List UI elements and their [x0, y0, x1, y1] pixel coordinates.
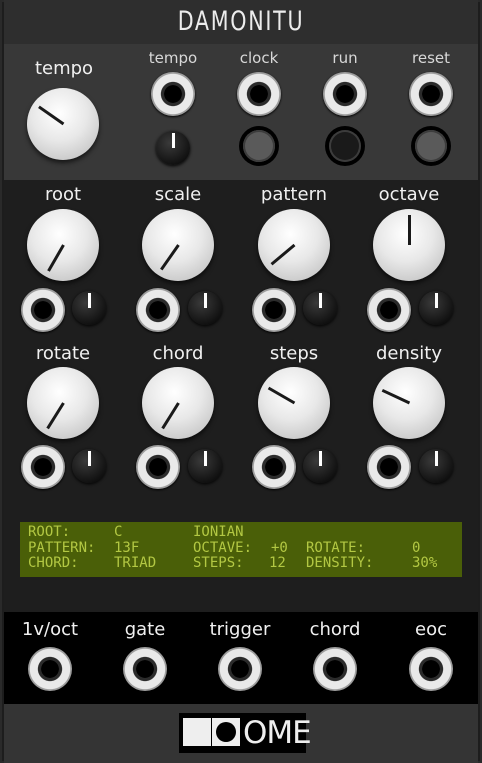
display-steps-value: 12 — [269, 555, 286, 571]
display-steps-key: STEPS: — [193, 555, 244, 571]
display-pattern-key: PATTERN: — [28, 539, 96, 556]
octave-knob[interactable] — [373, 209, 445, 281]
rotate-cv-jack[interactable] — [21, 445, 65, 489]
chord-knob-label: chord — [152, 343, 204, 364]
pattern-cv-attenuator[interactable] — [303, 291, 337, 325]
clock-input-jack[interactable] — [237, 72, 281, 116]
density-cv-jack[interactable] — [367, 445, 411, 489]
chord-output-jack[interactable] — [313, 647, 357, 691]
display-scale-value: IONIAN — [193, 524, 244, 540]
density-cv-attenuator[interactable] — [419, 449, 453, 483]
density-knob[interactable] — [373, 367, 445, 439]
steps-knob[interactable] — [258, 367, 330, 439]
reset-input-jack[interactable] — [409, 72, 453, 116]
steps-label: steps — [269, 343, 319, 364]
rotate-knob[interactable] — [27, 367, 99, 439]
root-cv-attenuator[interactable] — [72, 291, 106, 325]
display-rotate-key: ROTATE: — [306, 539, 366, 556]
trigger-output-jack[interactable] — [218, 647, 262, 691]
octave-cv-attenuator[interactable] — [419, 291, 453, 325]
scale-cv-jack[interactable] — [136, 288, 180, 332]
clock-button[interactable] — [239, 126, 279, 166]
brand-logo: OME — [179, 713, 312, 753]
display-pattern-value: 13F — [114, 539, 140, 556]
display-rotate-value: 0 — [412, 539, 421, 556]
tempo-knob[interactable] — [27, 88, 99, 160]
display-root-value: C — [114, 524, 123, 540]
status-display: ROOT: C IONIAN PATTERN: 13F OCTAVE: +0 R… — [20, 522, 462, 577]
reset-button[interactable] — [411, 126, 451, 166]
run-input-jack[interactable] — [323, 72, 367, 116]
tempo-input-jack[interactable] — [151, 72, 195, 116]
scale-label: scale — [154, 184, 202, 205]
scale-knob[interactable] — [142, 209, 214, 281]
logo-square-left — [183, 718, 211, 746]
eoc-output-label: eoc — [415, 619, 447, 640]
chord-cv-attenuator[interactable] — [188, 449, 222, 483]
module-title: DAMONITU — [177, 6, 305, 37]
eoc-output-jack[interactable] — [409, 647, 453, 691]
voct-output-jack[interactable] — [28, 647, 72, 691]
display-chord-value: TRIAD — [114, 555, 157, 571]
gate-output-jack[interactable] — [123, 647, 167, 691]
octave-cv-jack[interactable] — [367, 288, 411, 332]
chord-knob[interactable] — [142, 367, 214, 439]
rotate-cv-attenuator[interactable] — [72, 449, 106, 483]
steps-cv-attenuator[interactable] — [303, 449, 337, 483]
reset-input-label: reset — [412, 49, 450, 67]
rotate-label: rotate — [35, 343, 91, 364]
pattern-cv-jack[interactable] — [252, 288, 296, 332]
root-label: root — [44, 184, 82, 205]
chord-cv-jack[interactable] — [136, 445, 180, 489]
display-root-key: ROOT: — [28, 524, 71, 540]
root-knob[interactable] — [27, 209, 99, 281]
display-octave-key: OCTAVE: — [193, 539, 253, 556]
logo-square-right — [212, 718, 240, 746]
tempo-attenuator-knob[interactable] — [156, 131, 190, 165]
pattern-label: pattern — [260, 184, 328, 205]
pattern-knob[interactable] — [258, 209, 330, 281]
display-density-value: 30% — [412, 555, 438, 571]
display-density-key: DENSITY: — [306, 555, 374, 571]
display-chord-key: CHORD: — [28, 555, 79, 571]
density-label: density — [376, 343, 442, 364]
run-button[interactable] — [325, 126, 365, 166]
logo-text: OME — [243, 715, 312, 751]
root-cv-jack[interactable] — [21, 288, 65, 332]
octave-label: octave — [378, 184, 440, 205]
steps-cv-jack[interactable] — [252, 445, 296, 489]
display-octave-value: +0 — [271, 539, 288, 556]
scale-cv-attenuator[interactable] — [188, 291, 222, 325]
tempo-knob-label: tempo — [34, 58, 94, 79]
